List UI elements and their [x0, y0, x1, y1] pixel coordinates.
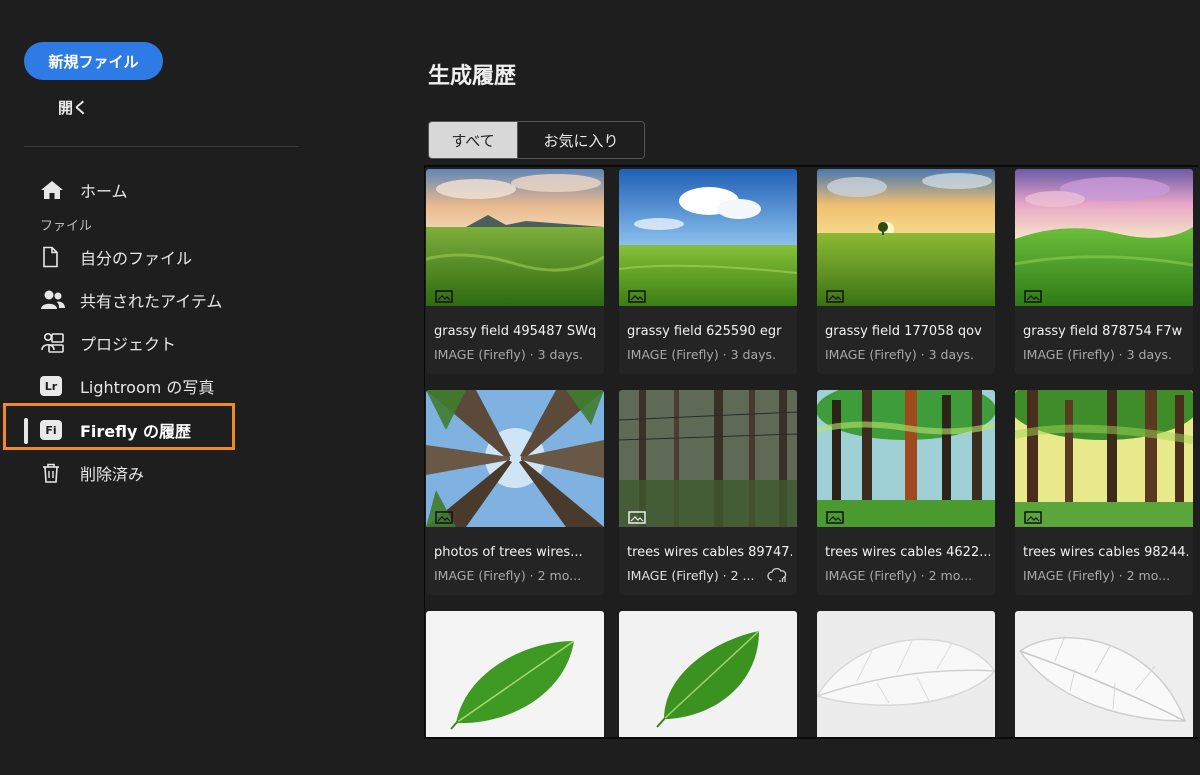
card-name: trees wires cables 4622... [825, 545, 990, 560]
image-thumbnail[interactable] [817, 611, 995, 737]
card-meta: IMAGE (Firefly) · 2 mo... [434, 568, 582, 583]
image-thumbnail[interactable] [817, 169, 995, 306]
image-type-icon [628, 290, 646, 303]
sidebar-item-projects[interactable]: プロジェクト [40, 328, 176, 358]
sidebar-item-label: 共有されたアイテム [80, 292, 223, 311]
card-meta: IMAGE (Firefly) · 2 ... [627, 568, 755, 583]
project-icon [40, 331, 66, 355]
image-thumbnail[interactable] [1015, 169, 1193, 306]
image-type-icon [826, 290, 844, 303]
document-icon [40, 245, 66, 269]
sidebar-item-label: 削除済み [80, 465, 145, 484]
highlight-annotation [3, 403, 235, 450]
lightroom-badge: Lr [40, 376, 62, 396]
tab-favorites[interactable]: お気に入り [517, 122, 644, 158]
trash-icon [40, 461, 66, 485]
image-thumbnail[interactable] [619, 611, 797, 737]
home-icon [40, 178, 66, 202]
image-thumbnail[interactable] [426, 611, 604, 737]
generation-history-grid: grassy field 495487 SWq IMAGE (Firefly) … [424, 165, 1198, 739]
sidebar-item-shared[interactable]: 共有されたアイテム [40, 285, 222, 315]
image-thumbnail[interactable] [426, 169, 604, 306]
card-meta: IMAGE (Firefly) · 3 days... [434, 347, 584, 362]
sidebar: 新規ファイル 開く ホーム ファイル 自分のファイル 共有されたアイテム プロジ… [0, 0, 300, 775]
people-icon [40, 288, 66, 312]
sidebar-item-deleted[interactable]: 削除済み [40, 458, 144, 488]
card-meta: IMAGE (Firefly) · 3 days... [627, 347, 777, 362]
new-file-button[interactable]: 新規ファイル [24, 42, 163, 80]
image-thumbnail[interactable] [1015, 611, 1193, 737]
card-meta: IMAGE (Firefly) · 2 mo... [825, 568, 973, 583]
card-name: grassy field 495487 SWq [434, 324, 597, 339]
image-thumbnail[interactable] [1015, 390, 1193, 527]
card-name: grassy field 625590 egr [627, 324, 782, 339]
lightroom-icon: Lr [40, 374, 66, 398]
sidebar-divider [24, 146, 299, 147]
image-thumbnail[interactable] [619, 390, 797, 527]
tab-all[interactable]: すべて [429, 122, 517, 158]
image-type-icon [1024, 511, 1042, 524]
image-type-icon [435, 511, 453, 524]
filter-tabs: すべて お気に入り [428, 121, 645, 159]
card-name: grassy field 878754 F7w [1023, 324, 1183, 339]
sidebar-item-label: ホーム [80, 182, 128, 201]
image-type-icon [435, 290, 453, 303]
sidebar-item-label: 自分のファイル [80, 249, 193, 268]
card-name: trees wires cables 98244... [1023, 545, 1188, 560]
card-name: trees wires cables 89747... [627, 545, 792, 560]
image-thumbnail[interactable] [619, 169, 797, 306]
image-thumbnail[interactable] [817, 390, 995, 527]
image-type-icon [826, 511, 844, 524]
card-name: photos of trees wires... [434, 545, 583, 560]
card-name: grassy field 177058 qov [825, 324, 982, 339]
card-meta: IMAGE (Firefly) · 3 days... [1023, 347, 1173, 362]
card-meta: IMAGE (Firefly) · 2 mo... [1023, 568, 1171, 583]
sidebar-item-label: プロジェクト [80, 335, 177, 354]
image-thumbnail[interactable] [426, 390, 604, 527]
files-section-label: ファイル [40, 219, 93, 234]
sidebar-item-lightroom[interactable]: Lr Lightroom の写真 [40, 371, 214, 401]
image-type-icon [628, 511, 646, 524]
sidebar-item-label: Lightroom の写真 [80, 378, 215, 397]
sidebar-item-home[interactable]: ホーム [40, 175, 128, 205]
open-link[interactable]: 開く [58, 97, 88, 118]
page-title: 生成履歴 [428, 64, 517, 89]
card-meta: IMAGE (Firefly) · 3 days... [825, 347, 975, 362]
cloud-sync-icon [767, 567, 789, 583]
sidebar-item-my-files[interactable]: 自分のファイル [40, 242, 192, 272]
image-type-icon [1024, 290, 1042, 303]
